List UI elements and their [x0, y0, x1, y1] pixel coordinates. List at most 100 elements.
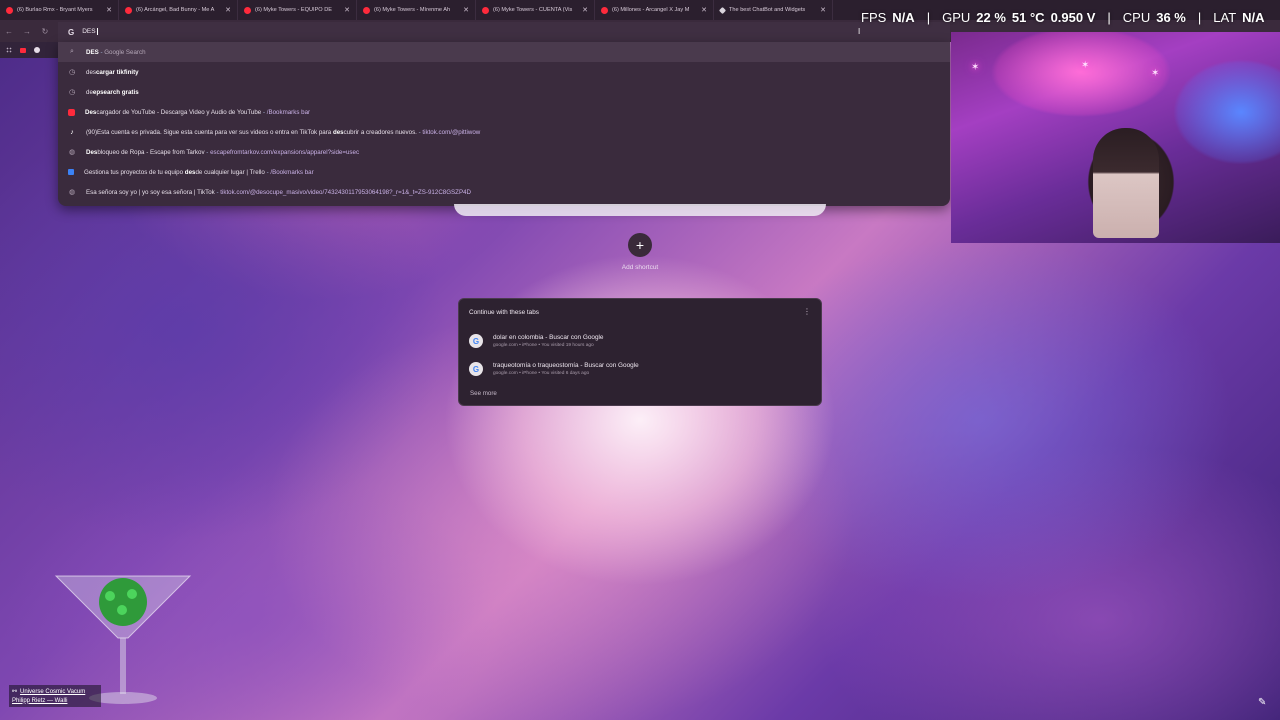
youtube-icon[interactable] — [20, 47, 26, 53]
close-icon[interactable]: ✕ — [463, 6, 469, 14]
stat-separator: | — [926, 9, 931, 25]
now-playing-widget: ⚯ Universe Cosmic Vacum Philipp Rietz — … — [9, 685, 101, 707]
apps-grid-icon[interactable] — [6, 47, 12, 53]
lat-value: N/A — [1242, 9, 1265, 25]
close-icon[interactable]: ✕ — [820, 6, 826, 14]
suggestion-prefix: Esa señora soy yo | yo soy esa señora | … — [86, 188, 215, 196]
suggestion-item[interactable]: ⌕ DES - Google Search — [58, 42, 950, 62]
suggestion-rest: cargar tikfinity — [95, 68, 139, 76]
gpu-usage: 22 % — [976, 9, 1006, 25]
history-icon: ◷ — [68, 69, 76, 76]
fps-value: N/A — [892, 9, 915, 25]
continue-tab-title: dolar en colombia - Buscar con Google — [493, 334, 604, 341]
performance-overlay: FPS N/A | GPU 22 % 51 °C 0.950 V | CPU 3… — [855, 4, 1280, 30]
webcam-feed: ✶ ✶ ✶ — [951, 32, 1280, 243]
neon-sign: ✶ — [1151, 68, 1160, 79]
suggestion-match: Des — [86, 148, 98, 156]
trello-icon — [68, 169, 74, 175]
suggestion-prefix: de — [86, 88, 93, 96]
fps-label: FPS — [861, 9, 887, 25]
browser-tab[interactable]: (6) Arcángel, Bad Bunny - Me A ✕ — [119, 0, 238, 20]
gpu-voltage: 0.950 V — [1050, 9, 1096, 25]
browser-tab[interactable]: (6) Myke Towers - EQUIPO DE ✕ — [238, 0, 357, 20]
suggestion-item[interactable]: ◷ descargar tikfinity — [58, 62, 950, 82]
pencil-icon[interactable]: ✎ — [1258, 697, 1266, 708]
stat-separator: | — [1107, 9, 1111, 25]
suggestion-detail: /Bookmarks bar — [270, 168, 314, 176]
suggestion-rest: cargador de YouTube - Descarga Video y A… — [96, 108, 262, 116]
tab-title: (6) Millones - Arcangel X Jay M — [612, 7, 690, 13]
card-title: Continue with these tabs — [469, 309, 539, 316]
tiktok-icon: ♪ — [70, 128, 74, 136]
search-icon: ⌕ — [70, 48, 74, 55]
gpu-label: GPU — [942, 9, 971, 25]
stat-separator: | — [1197, 9, 1202, 25]
youtube-icon — [244, 6, 251, 14]
browser-tab[interactable]: (6) Burlao Rmx - Bryant Myers ✕ — [0, 0, 119, 20]
suggestion-match: des — [184, 168, 196, 176]
close-icon[interactable]: ✕ — [106, 6, 112, 14]
browser-tab[interactable]: The best ChatBot and Widgets ✕ — [714, 0, 833, 20]
youtube-icon — [601, 6, 608, 14]
back-icon[interactable]: ← — [0, 27, 18, 36]
close-icon[interactable]: ✕ — [582, 6, 588, 14]
google-icon: G — [469, 362, 483, 376]
omnibox-suggestions: ⌕ DES - Google Search ◷ descargar tikfin… — [58, 42, 950, 206]
browser-tab[interactable]: (6) Myke Towers - CUENTA (Vis ✕ — [476, 0, 595, 20]
ntp-search-box[interactable] — [454, 204, 826, 216]
close-icon[interactable]: ✕ — [344, 6, 350, 14]
suggestion-rest: bloqueo de Ropa - Escape from Tarkov — [97, 148, 205, 156]
suggestion-item[interactable]: ♪ (90)Esta cuenta es privada. Sigue esta… — [58, 122, 950, 142]
suggestion-item[interactable]: ◍ Esa señora soy yo | yo soy esa señora … — [58, 182, 950, 202]
suggestion-detail: /Bookmarks bar — [266, 108, 311, 116]
suggestion-prefix: (90)Esta cuenta es privada. Sigue esta c… — [86, 128, 333, 136]
close-icon[interactable]: ✕ — [701, 6, 707, 14]
suggestion-match: DES — [86, 48, 99, 56]
suggestion-rest: cubrir a creadores nuevos. — [343, 128, 417, 136]
continue-tab-item[interactable]: G traqueotomía o traqueostomía - Buscar … — [469, 357, 813, 381]
forward-icon[interactable]: → — [18, 27, 36, 36]
close-icon[interactable]: ✕ — [225, 6, 231, 14]
bookmarks-bar — [0, 42, 58, 58]
add-shortcut-button[interactable]: + — [628, 233, 652, 257]
globe-icon: ◍ — [68, 189, 76, 196]
browser-tab[interactable]: (6) Myke Towers - Mírenme Ah ✕ — [357, 0, 476, 20]
youtube-icon — [125, 6, 132, 14]
globe-icon: ◍ — [68, 149, 76, 156]
chatbot-icon — [718, 6, 727, 14]
song-title: Universe Cosmic Vacum — [20, 688, 86, 695]
suggestion-rest: de cualquier lugar | Trello — [195, 168, 265, 176]
cpu-usage: 36 % — [1156, 9, 1186, 25]
suggestion-detail: Google Search — [104, 48, 146, 56]
continue-tab-item[interactable]: G dolar en colombia - Buscar con Google … — [469, 329, 813, 353]
music-link-icon: ⚯ — [12, 689, 18, 695]
history-icon: ◷ — [68, 89, 76, 96]
continue-tabs-card: Continue with these tabs ⋮ G dolar en co… — [458, 298, 822, 406]
suggestion-item[interactable]: Descargador de YouTube - Descarga Video … — [58, 102, 950, 122]
address-input[interactable]: DES — [82, 28, 98, 36]
tab-title: (6) Myke Towers - CUENTA (Vis — [493, 7, 573, 13]
suggestion-detail: escapefromtarkov.com/expansions/apparel?… — [210, 148, 360, 156]
suggestion-detail: tiktok.com/@desocupe_masivo/video/743243… — [220, 188, 471, 196]
reload-icon[interactable]: ↻ — [36, 27, 54, 36]
neon-sign: ✶ — [971, 62, 980, 73]
streamer-figure — [1093, 128, 1159, 238]
neon-sign: ✶ — [1081, 60, 1090, 71]
suggestion-item[interactable]: Gestiona tus proyectos de tu equipo desd… — [58, 162, 950, 182]
gpu-temperature: 51 °C — [1011, 9, 1045, 25]
more-vert-icon[interactable]: ⋮ — [803, 307, 811, 316]
suggestion-detail: tiktok.com/@pittiwow — [422, 128, 481, 136]
suggestion-item[interactable]: ◷ deepsearch gratis — [58, 82, 950, 102]
youtube-icon — [6, 6, 13, 14]
browser-tab[interactable]: (6) Millones - Arcangel X Jay M ✕ — [595, 0, 714, 20]
youtube-icon — [482, 6, 489, 14]
see-more-link[interactable]: See more — [470, 390, 497, 397]
youtube-icon — [68, 108, 75, 116]
google-icon: G — [68, 27, 75, 37]
address-bar[interactable]: G DES — [58, 22, 950, 42]
tab-title: (6) Arcángel, Bad Bunny - Me A — [136, 7, 215, 13]
lat-label: LAT — [1213, 9, 1237, 25]
tab-title: The best ChatBot and Widgets — [729, 7, 806, 13]
chrome-icon[interactable] — [34, 47, 40, 53]
suggestion-item[interactable]: ◍ Desbloqueo de Ropa - Escape from Tarko… — [58, 142, 950, 162]
